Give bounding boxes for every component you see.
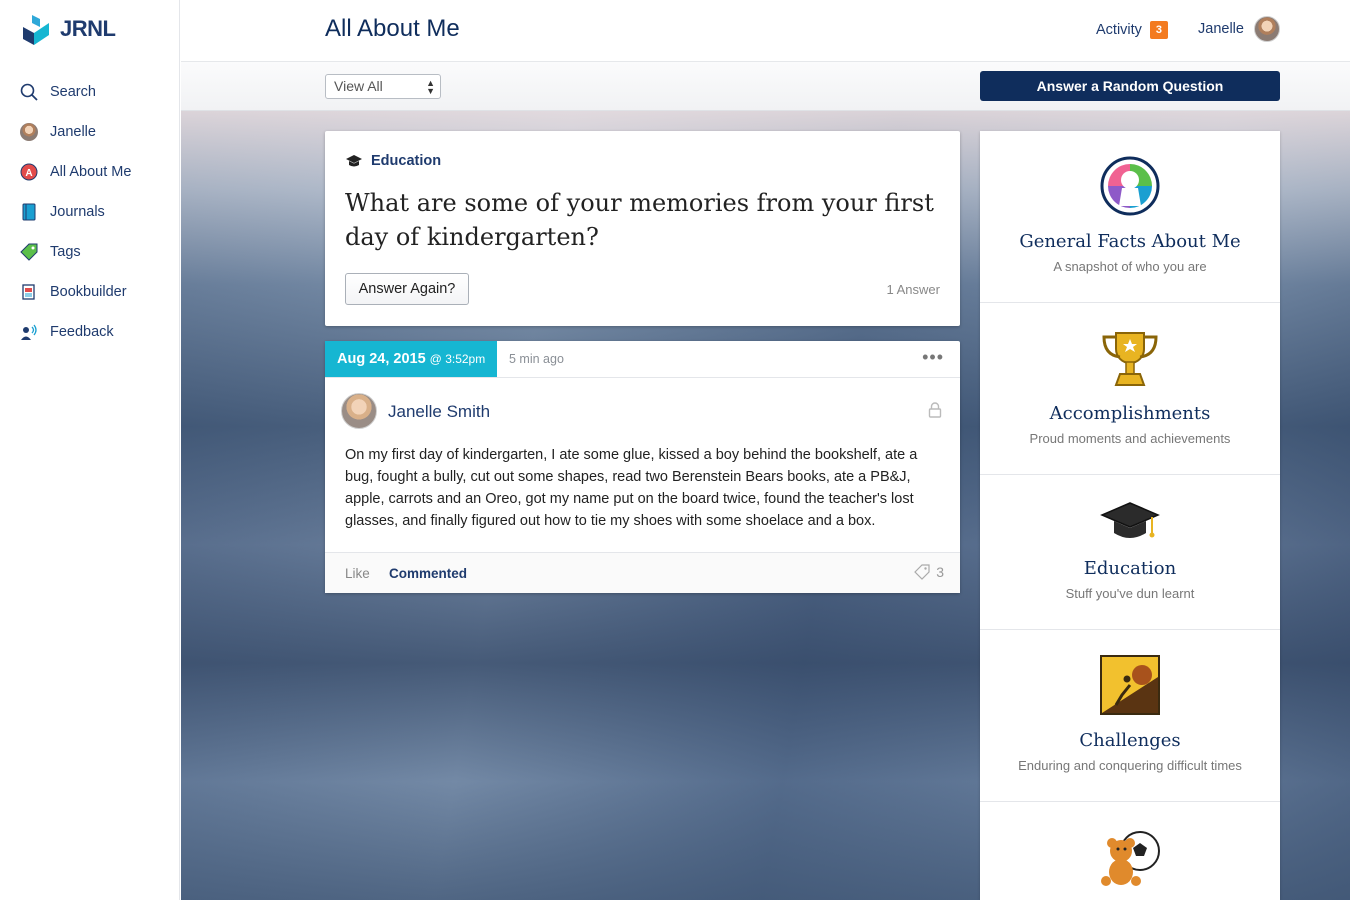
avatar-icon — [20, 123, 38, 141]
page-title: All About Me — [325, 15, 460, 42]
sidebar-item-label: Search — [50, 84, 96, 100]
challenges-icon — [1100, 655, 1160, 715]
sidebar: JRNL Search Janelle A All About Me Journ… — [0, 0, 180, 900]
author-avatar[interactable] — [341, 393, 377, 429]
entry-date: Aug 24, 2015 — [337, 351, 426, 367]
all-about-me-icon: A — [20, 163, 38, 181]
tag-count: 3 — [936, 564, 944, 580]
entry-tags[interactable]: 3 — [914, 564, 944, 580]
logo-text: JRNL — [60, 16, 116, 41]
jrnl-logo-icon — [23, 15, 49, 45]
book-icon — [20, 283, 38, 301]
sidebar-item-all-about-me[interactable]: A All About Me — [0, 152, 180, 192]
entry-body: On my first day of kindergarten, I ate s… — [345, 447, 918, 529]
category-subtitle: A snapshot of who you are — [1053, 259, 1207, 274]
user-name: Janelle — [1198, 21, 1244, 37]
category-subtitle: Enduring and conquering difficult times — [1018, 758, 1242, 773]
svg-text:A: A — [25, 168, 32, 179]
category-childhood[interactable] — [980, 802, 1280, 900]
view-filter-value: View All — [334, 78, 383, 94]
question-text: What are some of your memories from your… — [345, 189, 934, 251]
activity-count-badge: 3 — [1149, 21, 1168, 39]
lock-icon[interactable] — [928, 402, 942, 423]
more-options-icon[interactable]: ••• — [922, 347, 944, 368]
category-title: General Facts About Me — [1019, 231, 1241, 252]
sidebar-item-bookbuilder[interactable]: Bookbuilder — [0, 272, 180, 312]
graduation-cap-icon — [346, 155, 362, 167]
sidebar-item-label: Tags — [50, 244, 81, 260]
user-avatar — [1253, 16, 1280, 42]
category-title: Accomplishments — [1049, 403, 1211, 424]
entry-relative-time: 5 min ago — [509, 352, 564, 366]
app-logo[interactable]: JRNL — [20, 13, 116, 45]
answer-random-question-button[interactable]: Answer a Random Question — [980, 71, 1280, 101]
graduation-cap-icon — [1100, 502, 1160, 538]
like-button[interactable]: Like — [345, 566, 370, 581]
teddy-bear-ball-icon — [1101, 831, 1160, 886]
top-header: All About Me Activity 3 Janelle — [181, 0, 1350, 62]
trophy-icon — [1102, 332, 1158, 386]
question-category-label: Education — [371, 153, 442, 169]
sidebar-nav: Search Janelle A All About Me Journals T… — [0, 72, 180, 352]
sidebar-item-journals[interactable]: Journals — [0, 192, 180, 232]
journal-icon — [20, 203, 38, 221]
category-general-facts[interactable]: General Facts About Me A snapshot of who… — [980, 131, 1280, 303]
category-title: Education — [1083, 558, 1177, 579]
tag-icon — [20, 243, 38, 261]
search-icon — [20, 83, 38, 101]
answer-again-button[interactable]: Answer Again? — [345, 273, 469, 305]
entry-author[interactable]: Janelle Smith — [388, 402, 490, 422]
category-subtitle: Stuff you've dun learnt — [1065, 586, 1195, 601]
question-category[interactable]: Education — [345, 153, 441, 169]
toolbar: View All ▲ ▼ Answer a Random Question — [181, 62, 1350, 111]
category-panel: General Facts About Me A snapshot of who… — [980, 131, 1280, 900]
activity-label: Activity — [1096, 22, 1142, 38]
entry-footer: Like Commented 3 — [325, 552, 960, 593]
entry-date-badge[interactable]: Aug 24, 2015 @ 3:52pm — [325, 341, 497, 377]
entry-header: Aug 24, 2015 @ 3:52pm 5 min ago ••• — [325, 341, 960, 378]
journal-entry-card: Aug 24, 2015 @ 3:52pm 5 min ago ••• Janel… — [325, 341, 960, 593]
activity-button[interactable]: Activity 3 — [1096, 21, 1168, 39]
sidebar-item-feedback[interactable]: Feedback — [0, 312, 180, 352]
view-filter-select[interactable]: View All ▲ ▼ — [325, 74, 441, 99]
tag-outline-icon — [914, 564, 930, 580]
sidebar-item-label: Janelle — [50, 124, 96, 140]
feedback-icon — [20, 323, 38, 341]
general-facts-icon — [1100, 156, 1160, 216]
category-challenges[interactable]: Challenges Enduring and conquering diffi… — [980, 630, 1280, 802]
category-title: Challenges — [1079, 730, 1181, 751]
sidebar-item-label: Feedback — [50, 324, 114, 340]
sidebar-item-profile[interactable]: Janelle — [0, 112, 180, 152]
entry-time: @ 3:52pm — [429, 352, 486, 366]
category-subtitle: Proud moments and achievements — [1029, 431, 1231, 446]
sidebar-item-label: Journals — [50, 204, 105, 220]
commented-button[interactable]: Commented — [389, 566, 467, 581]
question-card: Education What are some of your memories… — [325, 131, 960, 326]
select-caret-icon: ▲ ▼ — [426, 78, 435, 96]
category-accomplishments[interactable]: Accomplishments Proud moments and achiev… — [980, 303, 1280, 475]
sidebar-item-label: All About Me — [50, 164, 132, 180]
user-menu[interactable]: Janelle — [1198, 16, 1280, 42]
sidebar-item-label: Bookbuilder — [50, 284, 127, 300]
category-education[interactable]: Education Stuff you've dun learnt — [980, 475, 1280, 630]
sidebar-item-search[interactable]: Search — [0, 72, 180, 112]
answer-count[interactable]: 1 Answer — [887, 282, 940, 297]
sidebar-item-tags[interactable]: Tags — [0, 232, 180, 272]
